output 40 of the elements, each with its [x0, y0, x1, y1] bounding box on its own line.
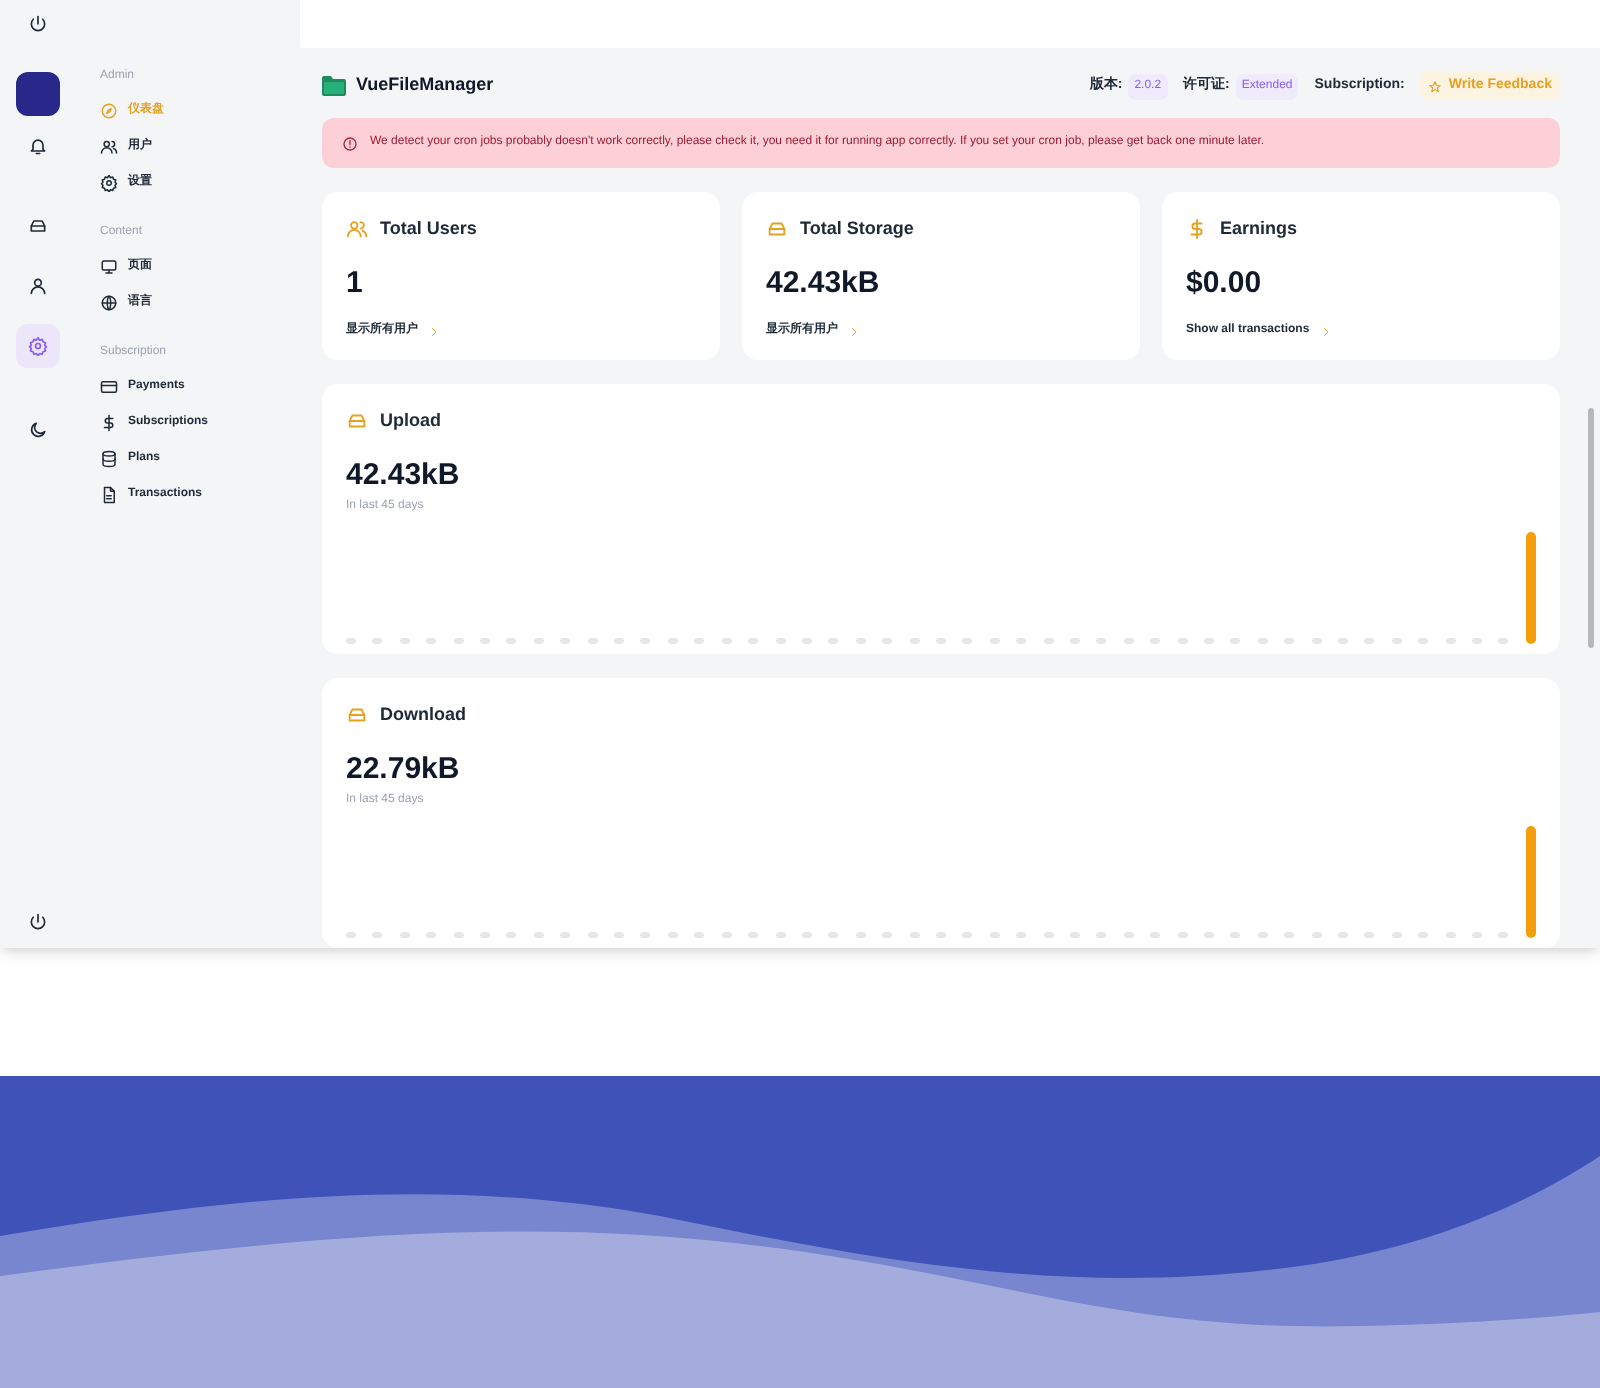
settings-icon: [28, 336, 48, 356]
database-icon: [100, 449, 118, 467]
stat-value: 42.43kB: [766, 263, 882, 303]
document-icon: [100, 485, 118, 503]
hard-drive-icon: [346, 704, 368, 727]
power-icon: [28, 912, 48, 932]
stat-value: 1: [346, 263, 365, 303]
warning-icon: [342, 135, 358, 151]
folder-logo-icon: [322, 76, 346, 96]
hard-drive-icon: [766, 218, 788, 241]
monitor-icon: [100, 257, 118, 275]
star-icon: [1428, 79, 1443, 93]
chevron-right-icon: [1319, 325, 1332, 337]
card-title: Total Storage: [800, 216, 914, 242]
card-title: Upload: [380, 408, 441, 434]
scrollbar[interactable]: [1588, 408, 1594, 648]
stat-value: $0.00: [1186, 263, 1264, 303]
chevron-right-icon: [848, 325, 860, 337]
card-title: Total Users: [380, 216, 477, 242]
settings-icon: [100, 173, 118, 191]
dollar-icon: [1186, 218, 1208, 241]
bell-icon: [28, 136, 48, 156]
hard-drive-icon: [346, 410, 368, 433]
compass-icon: [100, 101, 118, 119]
card-title: Download: [380, 702, 466, 728]
globe-icon: [100, 293, 118, 311]
moon-icon: [28, 420, 48, 440]
power-icon: [28, 14, 48, 34]
traffic-value: 42.43kB: [346, 455, 462, 495]
users-icon: [346, 218, 368, 241]
credit-card-icon: [100, 377, 118, 395]
card-title: Earnings: [1220, 216, 1298, 242]
app-name: VueFileManager: [356, 72, 494, 99]
hard-drive-icon: [28, 216, 48, 236]
traffic-value: 22.79kB: [346, 749, 462, 789]
dollar-icon: [100, 413, 118, 431]
users-icon: [100, 137, 118, 155]
app-logo[interactable]: [16, 72, 60, 116]
chevron-right-icon: [428, 325, 440, 337]
user-icon: [28, 276, 48, 296]
